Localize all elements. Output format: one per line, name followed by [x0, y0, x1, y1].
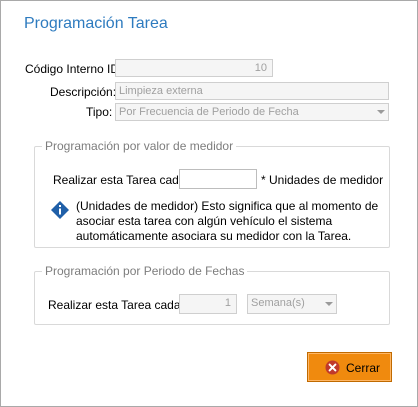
cerrar-button[interactable]: Cerrar	[307, 352, 392, 382]
fechas-unidad-value: Semana(s)	[251, 297, 305, 309]
tipo-select-value: Por Frecuencia de Periodo de Fecha	[119, 106, 299, 118]
chevron-down-icon	[325, 302, 333, 306]
codigo-field[interactable]: 10	[115, 59, 273, 77]
dialog-window: Programación Tarea Código Interno ID: 10…	[0, 0, 418, 407]
window-title: Programación Tarea	[24, 15, 168, 32]
descripcion-field[interactable]: Limpieza externa	[115, 82, 389, 100]
close-circle-icon	[325, 360, 340, 375]
cerrar-button-label: Cerrar	[346, 361, 381, 375]
chevron-down-icon	[377, 110, 385, 114]
medidor-group-title: Programación por valor de medidor	[42, 139, 237, 153]
fechas-cantidad-input[interactable]: 1	[179, 294, 237, 314]
fechas-realizar-label: Realizar esta Tarea cada :	[48, 298, 188, 312]
medidor-realizar-label: Realizar esta Tarea cada:	[53, 173, 189, 187]
unidades-label: * Unidades de medidor	[261, 173, 384, 187]
descripcion-label: Descripción:	[50, 85, 117, 99]
info-diamond-icon	[51, 201, 69, 219]
tipo-select[interactable]: Por Frecuencia de Periodo de Fecha	[115, 103, 389, 121]
medidor-info-text: (Unidades de medidor) Esto significa que…	[76, 199, 379, 243]
medidor-value-input[interactable]	[179, 169, 257, 189]
tipo-label: Tipo:	[86, 105, 113, 119]
fechas-unidad-select[interactable]: Semana(s)	[247, 294, 337, 314]
fechas-group-title: Programación por Periodo de Fechas	[42, 264, 248, 278]
codigo-label: Código Interno ID:	[25, 62, 123, 76]
